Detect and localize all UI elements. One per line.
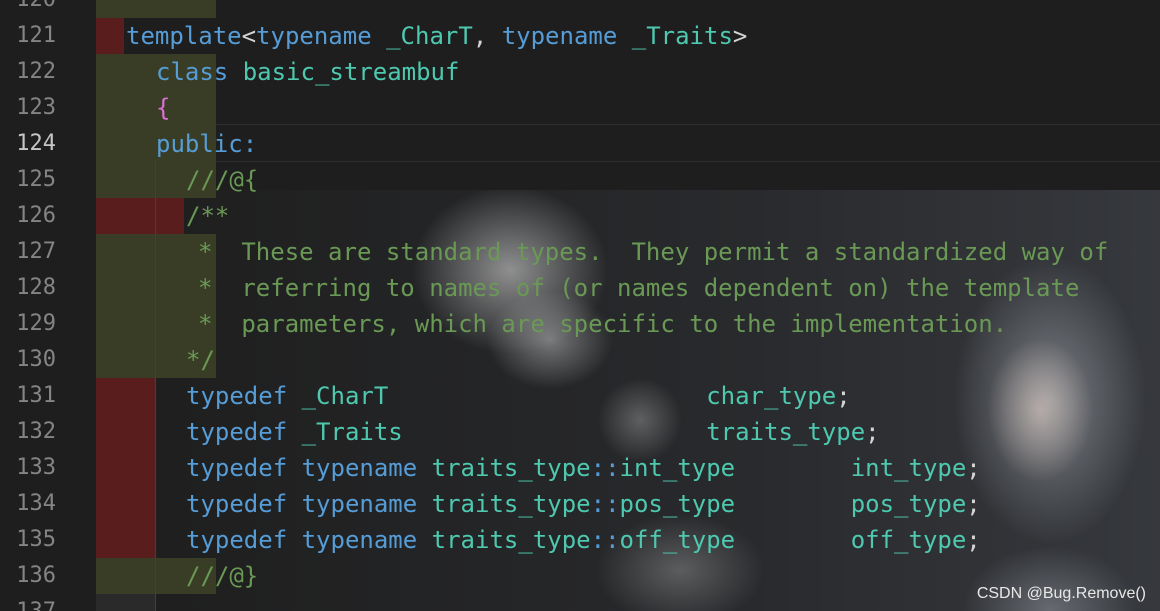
line-number: 135 bbox=[16, 527, 56, 552]
line-number: 123 bbox=[16, 95, 56, 120]
line-number: 134 bbox=[16, 491, 56, 516]
code-text: */ bbox=[186, 346, 215, 374]
code-text: typedef typename traits_type::pos_type p… bbox=[186, 490, 981, 518]
line-number: 128 bbox=[16, 275, 56, 300]
code-text: ///@} bbox=[186, 562, 259, 590]
code-line[interactable]: 127 * These are standard types. They perm… bbox=[0, 234, 1160, 270]
code-text: public: bbox=[156, 130, 258, 158]
line-number: 121 bbox=[16, 23, 56, 48]
code-line[interactable]: 135 typedef typename traits_type::off_typ… bbox=[0, 522, 1160, 558]
code-line[interactable]: 131 typedef _CharT char_type; bbox=[0, 378, 1160, 414]
line-number: 132 bbox=[16, 419, 56, 444]
code-text: template<typename _CharT, typename _Trai… bbox=[126, 22, 748, 50]
code-line[interactable]: 126 /** bbox=[0, 198, 1160, 234]
code-text: typedef _Traits traits_type; bbox=[186, 418, 880, 446]
code-line[interactable]: 134 typedef typename traits_type::pos_typ… bbox=[0, 486, 1160, 522]
code-text: class basic_streambuf bbox=[156, 58, 460, 86]
code-line[interactable]: 130 */ bbox=[0, 342, 1160, 378]
line-number: 129 bbox=[16, 311, 56, 336]
line-number: 131 bbox=[16, 383, 56, 408]
line-number: 122 bbox=[16, 59, 56, 84]
line-number: 136 bbox=[16, 563, 56, 588]
line-number: 125 bbox=[16, 167, 56, 192]
indent-guide bbox=[155, 160, 156, 611]
code-line[interactable]: 120 bbox=[0, 0, 1160, 18]
watermark: CSDN @Bug.Remove() bbox=[976, 585, 1146, 602]
code-text: typedef typename traits_type::int_type i… bbox=[186, 454, 981, 482]
line-number: 124 bbox=[16, 131, 56, 156]
code-text: { bbox=[156, 94, 171, 122]
line-number: 130 bbox=[16, 347, 56, 372]
code-text: * referring to names of (or names depend… bbox=[198, 274, 1080, 302]
line-number: 133 bbox=[16, 455, 56, 480]
code-text: /** bbox=[186, 202, 230, 230]
code-line[interactable]: 123 { bbox=[0, 90, 1160, 126]
code-text: * parameters, which are specific to the … bbox=[198, 310, 1008, 338]
code-text: typedef typename traits_type::off_type o… bbox=[186, 526, 981, 554]
code-line[interactable]: 121 template<typename _CharT, typename _T… bbox=[0, 18, 1160, 54]
code-line[interactable]: 133 typedef typename traits_type::int_typ… bbox=[0, 450, 1160, 486]
line-number: 120 bbox=[0, 0, 56, 18]
code-line[interactable]: 128 * referring to names of (or names dep… bbox=[0, 270, 1160, 306]
code-line[interactable]: 125 ///@{ bbox=[0, 162, 1160, 198]
code-text: typedef _CharT char_type; bbox=[186, 382, 851, 410]
line-number: 126 bbox=[16, 203, 56, 228]
code-line[interactable]: 122 class basic_streambuf bbox=[0, 54, 1160, 90]
code-text: ///@{ bbox=[186, 166, 259, 194]
code-line[interactable]: 132 typedef _Traits traits_type; bbox=[0, 414, 1160, 450]
code-line[interactable]: 129 * parameters, which are specific to t… bbox=[0, 306, 1160, 342]
line-number: 127 bbox=[16, 239, 56, 264]
code-editor[interactable]: 120 121 template<typename _CharT, typename… bbox=[0, 0, 1160, 611]
code-line[interactable]: 124 public: bbox=[0, 126, 1160, 162]
code-text: * These are standard types. They permit … bbox=[198, 238, 1109, 266]
line-number: 137 bbox=[0, 594, 56, 611]
